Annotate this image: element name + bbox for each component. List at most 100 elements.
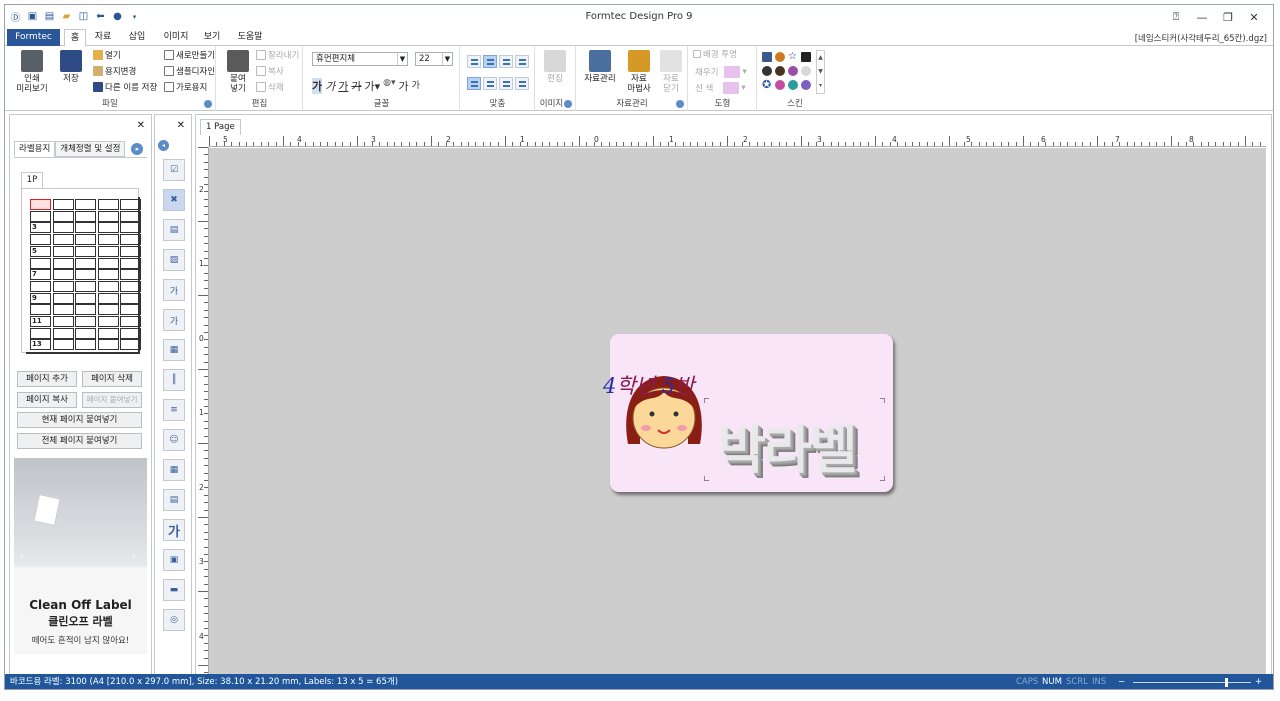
data-manage-button[interactable]: 자료관리	[583, 50, 617, 84]
delete-button[interactable]: 삭제	[256, 81, 284, 93]
label-cell[interactable]	[97, 210, 119, 222]
label-cell[interactable]	[30, 257, 51, 269]
italic-icon[interactable]: 가	[325, 78, 335, 94]
text-style-tool-icon[interactable]: 가	[163, 309, 185, 331]
selection-handle[interactable]	[704, 398, 709, 403]
label-cell[interactable]	[75, 327, 97, 339]
label-cell[interactable]: 9	[30, 292, 51, 304]
page-tab[interactable]: 1P	[21, 172, 43, 188]
data-launcher-icon[interactable]	[676, 100, 684, 108]
label-cell[interactable]	[30, 234, 51, 246]
image-edit-button[interactable]: 편집	[543, 50, 567, 84]
label-cell[interactable]	[75, 304, 97, 316]
delete-page-button[interactable]: 페이지 삭제	[82, 371, 142, 387]
copy-page-button[interactable]: 페이지 복사	[17, 392, 77, 408]
save-as-button[interactable]: 다른 이름 저장	[93, 81, 157, 93]
label-cell[interactable]	[120, 257, 142, 269]
tab-label-paper[interactable]: 라벨용지	[14, 141, 56, 157]
zoom-slider-thumb[interactable]	[1225, 678, 1228, 687]
label-cell[interactable]	[97, 269, 119, 281]
align-top-left-icon[interactable]	[467, 55, 481, 68]
label-cell[interactable]	[75, 316, 97, 327]
panel-arrow-icon[interactable]: ▸	[131, 143, 144, 155]
person-tool-icon[interactable]: ☺	[163, 429, 185, 451]
skin-8-icon[interactable]	[801, 66, 811, 76]
paper-preview[interactable]: 3 5 7 9 11 13	[21, 188, 142, 354]
label-cell[interactable]	[52, 339, 74, 351]
qr-code-tool-icon[interactable]: ▦	[163, 339, 185, 361]
label-cell[interactable]	[120, 199, 142, 210]
label-cell[interactable]	[97, 304, 119, 316]
paste-current-page-button[interactable]: 현재 페이지 붙여넣기	[17, 412, 142, 428]
label-cell[interactable]	[52, 257, 74, 269]
text-tool-icon[interactable]: 가	[163, 519, 185, 541]
minimize-icon[interactable]: —	[1189, 8, 1215, 26]
label-cell[interactable]	[52, 316, 74, 327]
new-button[interactable]: 새로만들기	[164, 49, 215, 61]
label-cell[interactable]	[120, 327, 142, 339]
label-cell[interactable]	[97, 280, 119, 292]
tab-insert[interactable]: 삽입	[125, 29, 149, 46]
data-close-button[interactable]: 자료 닫기	[659, 50, 683, 94]
sample-design-button[interactable]: 샘플디자인	[164, 65, 215, 77]
cd-tool-icon[interactable]: ◎	[163, 609, 185, 631]
toolbox-arrow-icon[interactable]: ◂	[158, 140, 169, 151]
label-cell[interactable]	[30, 280, 51, 292]
paste-all-pages-button[interactable]: 전체 페이지 붙여넣기	[17, 433, 142, 449]
close-icon[interactable]: ✕	[177, 120, 185, 131]
bg-transparent-checkbox[interactable]: 배경 투명	[693, 48, 737, 60]
shadow-icon[interactable]: 가▾	[365, 78, 381, 94]
underline-icon[interactable]: 가	[338, 78, 348, 94]
skin-scroll[interactable]: ▲ ▼ ▾	[816, 50, 825, 94]
label-cell[interactable]	[52, 269, 74, 281]
label-cell[interactable]	[120, 292, 142, 304]
serial-barcode-tool-icon[interactable]: ≡	[163, 399, 185, 421]
label-cell[interactable]	[52, 280, 74, 292]
label-cell[interactable]	[120, 304, 142, 316]
label-cell[interactable]	[75, 292, 97, 304]
skin-2-icon[interactable]	[775, 52, 785, 62]
ad-banner[interactable]: ‹ › Clean Off Label 클린오프 라벨 떼어도 흔적이 남지 않…	[14, 458, 147, 654]
size-down-icon[interactable]: 가	[412, 78, 420, 94]
class-text[interactable]: 4학년 5반	[603, 370, 694, 400]
barcode-tool-icon[interactable]: ║	[163, 369, 185, 391]
cut-button[interactable]: 잘라내기	[256, 49, 299, 61]
table-tool-icon[interactable]: ▦	[163, 459, 185, 481]
select-tool-icon[interactable]: ☑	[163, 159, 185, 181]
label-cell[interactable]	[30, 210, 51, 222]
label-cell[interactable]	[97, 257, 119, 269]
selection-handle[interactable]	[880, 476, 885, 481]
label-cell[interactable]	[52, 234, 74, 246]
tab-formtec[interactable]: Formtec	[7, 29, 60, 46]
vertical-text-tool-icon[interactable]: 가	[163, 279, 185, 301]
cross-tool-icon[interactable]: ✖	[163, 189, 185, 211]
label-cell[interactable]: 13	[30, 339, 51, 351]
label-cell[interactable]	[120, 339, 142, 351]
name-text[interactable]: 박라벨	[718, 408, 858, 483]
label-cell[interactable]	[75, 199, 97, 210]
selection-handle[interactable]	[704, 476, 709, 481]
color-icon[interactable]: ◍▾	[383, 78, 395, 94]
label-cell[interactable]	[75, 280, 97, 292]
label-cell[interactable]	[52, 245, 74, 257]
copy-button[interactable]: 복사	[256, 65, 284, 77]
font-size-select[interactable]: 22 ▼	[415, 52, 453, 66]
strike-icon[interactable]: 가	[351, 78, 361, 94]
tab-help[interactable]: 도움말	[234, 29, 266, 46]
skin-5-icon[interactable]	[762, 66, 772, 76]
label-cell[interactable]	[30, 304, 51, 316]
skin-12-icon[interactable]	[801, 80, 811, 90]
save-button[interactable]: 저장	[58, 50, 84, 84]
landscape-image-tool-icon[interactable]: ▬	[163, 579, 185, 601]
label-cell[interactable]	[97, 292, 119, 304]
data-wizard-button[interactable]: 자료 마법사	[625, 50, 653, 94]
next-arrow-icon[interactable]: ›	[132, 552, 136, 562]
align-distribute-icon[interactable]	[515, 55, 529, 68]
zoom-in-button[interactable]: +	[1255, 674, 1262, 689]
label-cell[interactable]: 11	[30, 316, 51, 327]
landscape-button[interactable]: 가로용지	[164, 81, 207, 93]
print-preview-button[interactable]: 인쇄 미리보기	[15, 50, 49, 94]
label-cell[interactable]	[120, 222, 142, 234]
align-bottom-icon[interactable]	[515, 77, 529, 90]
fill-color-picker[interactable]: 채우기 ▾	[695, 66, 747, 78]
